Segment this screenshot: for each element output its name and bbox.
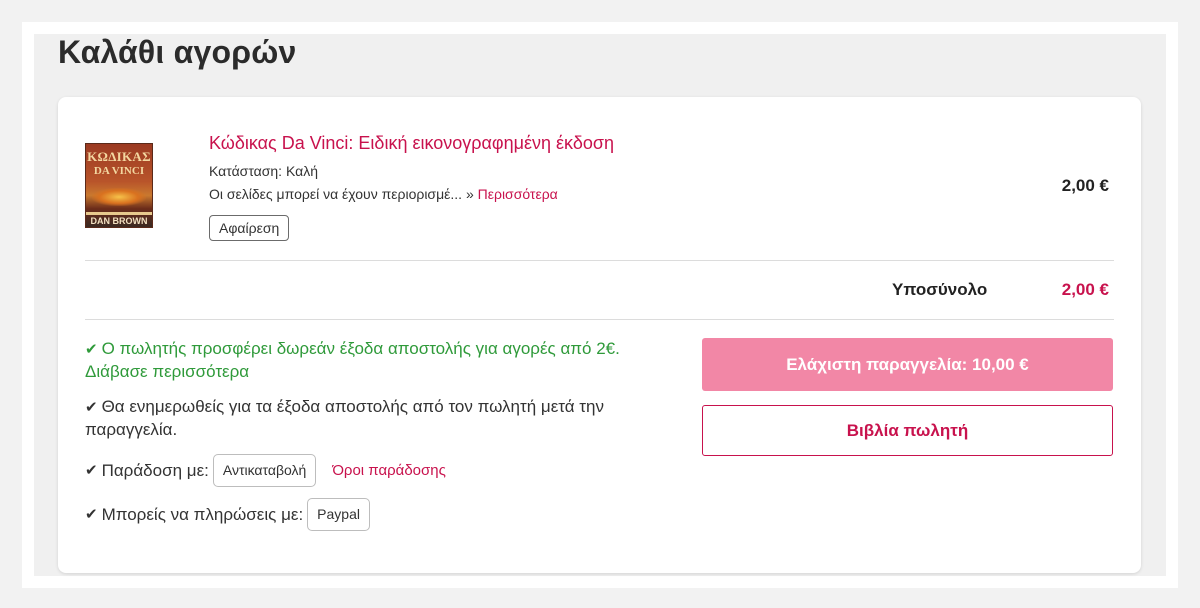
more-link[interactable]: Περισσότερα	[478, 186, 558, 202]
page-title: Καλάθι αγορών	[58, 34, 297, 70]
delivery-terms-link[interactable]: Όροι παράδοσης	[332, 460, 446, 482]
delivery-label: Παράδοση με:	[101, 460, 209, 480]
cover-title-line2: DA VINCI	[93, 165, 145, 177]
cover-title-line1: ΚΩΔΙΚΑΣ	[87, 149, 151, 164]
cover-band	[86, 212, 152, 215]
product-description-text: Οι σελίδες μπορεί να έχουν περιορισμέ...…	[209, 186, 474, 202]
free-shipping-text: Ο πωλητής προσφέρει δωρεάν έξοδα αποστολ…	[101, 339, 620, 358]
shipping-notify-text: Θα ενημερωθείς για τα έξοδα αποστολής απ…	[85, 397, 604, 439]
shipping-notify-info: ✔ Θα ενημερωθείς για τα έξοδα αποστολής α…	[85, 396, 675, 441]
subtotal-label: Υποσύνολο	[892, 280, 988, 299]
product-title-link[interactable]: Κώδικας Da Vinci: Ειδική εικονογραφημένη…	[209, 133, 614, 154]
subtotal-value: 2,00 €	[1061, 280, 1109, 299]
item-price: 2,00 €	[1061, 176, 1109, 195]
divider-bottom	[85, 319, 1114, 320]
payment-row: ✔ Μπορείς να πληρώσεις με: Paypal	[85, 498, 675, 531]
payment-method-badge: Paypal	[307, 498, 370, 531]
remove-button[interactable]: Αφαίρεση	[209, 215, 290, 241]
divider-top	[85, 260, 1114, 261]
delivery-row: ✔ Παράδοση με: Αντικαταβολή Όροι παράδοσ…	[85, 454, 675, 487]
book-cover-image[interactable]: ΚΩΔΙΚΑΣ DA VINCI DAN BROWN	[85, 143, 153, 228]
payment-label: Μπορείς να πληρώσεις με:	[101, 504, 304, 524]
delivery-method-badge: Αντικαταβολή	[212, 454, 317, 487]
product-condition: Κατάσταση: Καλή	[209, 163, 319, 179]
check-icon: ✔	[85, 399, 98, 416]
check-icon: ✔	[85, 461, 98, 479]
cover-artwork	[92, 188, 146, 206]
cover-author: DAN BROWN	[90, 216, 148, 226]
check-icon: ✔	[85, 341, 98, 358]
min-order-button[interactable]: Ελάχιστη παραγγελία: 10,00 €	[702, 338, 1113, 391]
seller-books-button[interactable]: Βιβλία πωλητή	[702, 405, 1113, 456]
read-more-link[interactable]: Διάβασε περισσότερα	[85, 362, 249, 381]
cart-card: ΚΩΔΙΚΑΣ DA VINCI DAN BROWN Κώδικας Da Vi…	[58, 97, 1141, 573]
free-shipping-info: ✔ Ο πωλητής προσφέρει δωρεάν έξοδα αποστο…	[85, 338, 675, 383]
product-description: Οι σελίδες μπορεί να έχουν περιορισμέ...…	[209, 186, 558, 202]
check-icon: ✔	[85, 505, 98, 523]
